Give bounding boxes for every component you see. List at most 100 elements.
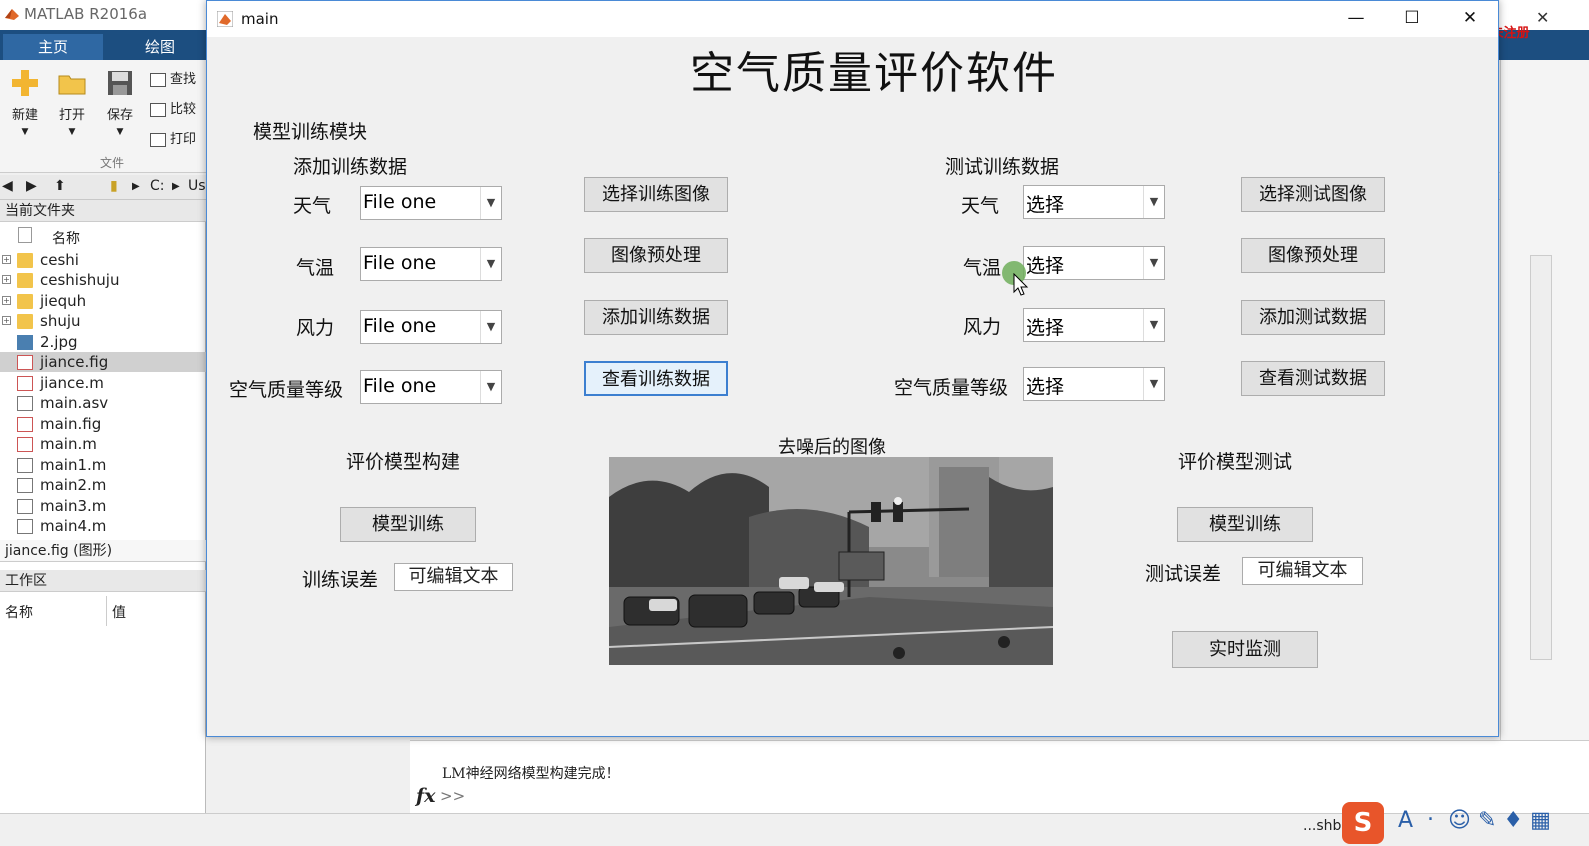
up-folder-icon[interactable]: ⬆ [54, 178, 66, 194]
sogou-ime-icon[interactable]: S [1342, 802, 1384, 844]
test-weather-select[interactable]: 选择 ▼ [1023, 185, 1165, 219]
test-error-field[interactable]: 可编辑文本 [1242, 557, 1363, 585]
expand-icon[interactable]: + [2, 275, 11, 284]
chevron-down-icon[interactable]: ▼ [480, 371, 501, 403]
window-titlebar: main — ☐ ✕ [207, 1, 1498, 37]
select-value: File one [363, 252, 437, 274]
train-error-label: 训练误差 [302, 569, 379, 591]
view-test-data-button[interactable]: 查看测试数据 [1241, 361, 1385, 396]
select-train-image-button[interactable]: 选择训练图像 [584, 177, 728, 212]
denoised-street-image [609, 457, 1053, 665]
chevron-down-icon[interactable]: ▼ [480, 187, 501, 219]
chevron-down-icon[interactable]: ▼ [1143, 247, 1164, 279]
view-train-data-button[interactable]: 查看训练数据 [584, 361, 728, 396]
open-button[interactable]: 打开 ▼ [50, 68, 94, 137]
vertical-scrollbar[interactable] [1530, 255, 1552, 660]
list-item[interactable]: + shuju [0, 311, 206, 331]
select-test-image-button[interactable]: 选择测试图像 [1241, 177, 1385, 212]
close-icon[interactable]: ✕ [1536, 8, 1549, 27]
compare-button[interactable]: 比较 [150, 98, 196, 117]
save-button[interactable]: 保存 ▼ [98, 68, 142, 137]
list-item[interactable]: main.fig [0, 414, 206, 434]
train-aqi-select[interactable]: File one ▼ [360, 370, 502, 404]
folder-icon [17, 294, 33, 309]
workspace-col-name[interactable]: 名称 [5, 602, 33, 622]
back-arrow-icon[interactable]: ◀ [2, 178, 13, 194]
new-plus-icon [12, 70, 38, 96]
file-name: ceshi [40, 251, 79, 269]
tab-home[interactable]: 主页 [3, 34, 103, 60]
address-drive[interactable]: C: [150, 178, 165, 194]
test-aqi-label: 空气质量等级 [894, 377, 1009, 399]
ime-toolbar-icons[interactable]: A ‧ ☺ ✎ ♦ ▦ [1398, 808, 1551, 833]
expand-icon[interactable]: + [2, 255, 11, 264]
maximize-button[interactable]: ☐ [1389, 3, 1435, 33]
file-name: 2.jpg [40, 333, 78, 351]
find-label: 查找 [170, 72, 197, 87]
file-name: shuju [40, 312, 81, 330]
add-train-data-button[interactable]: 添加训练数据 [584, 300, 728, 335]
expand-icon[interactable]: + [2, 296, 11, 305]
test-temperature-select[interactable]: 选择 ▼ [1023, 246, 1165, 280]
workspace-col-value[interactable]: 值 [112, 602, 126, 622]
command-message: LM神经网络模型构建完成！ [442, 766, 620, 782]
train-module-title: 模型训练模块 [253, 121, 368, 143]
list-item[interactable]: main.asv [0, 393, 206, 413]
test-train-data-title: 测试训练数据 [945, 156, 1060, 178]
train-error-field[interactable]: 可编辑文本 [394, 563, 513, 591]
column-name-header[interactable]: 名称 [52, 228, 80, 248]
list-item[interactable]: main2.m [0, 475, 206, 495]
model-test-train-button[interactable]: 模型训练 [1177, 507, 1313, 542]
train-temperature-select[interactable]: File one ▼ [360, 247, 502, 281]
list-item[interactable]: main1.m [0, 455, 206, 475]
test-preprocess-button[interactable]: 图像预处理 [1241, 238, 1385, 273]
expand-icon[interactable]: + [2, 316, 11, 325]
select-value: File one [363, 375, 437, 397]
find-files-button[interactable]: 查找 [150, 68, 196, 87]
new-button[interactable]: 新建 ▼ [3, 68, 47, 137]
model-test-title: 评价模型测试 [1178, 451, 1293, 473]
forward-arrow-icon[interactable]: ▶ [26, 178, 37, 194]
list-item[interactable]: + jiequh [0, 291, 206, 311]
train-wind-label: 风力 [296, 317, 335, 339]
list-item[interactable]: jiance.fig [0, 352, 206, 372]
folder-icon [17, 253, 33, 268]
close-button[interactable]: ✕ [1447, 3, 1493, 33]
chevron-down-icon[interactable]: ▼ [1143, 309, 1164, 341]
model-train-button[interactable]: 模型训练 [340, 507, 476, 542]
chevron-down-icon[interactable]: ▼ [480, 311, 501, 343]
print-button[interactable]: 打印 [150, 128, 196, 147]
list-item[interactable]: jiance.m [0, 373, 206, 393]
add-test-data-button[interactable]: 添加测试数据 [1241, 300, 1385, 335]
doc-icon [17, 396, 33, 411]
realtime-monitor-button[interactable]: 实时监测 [1172, 631, 1318, 668]
file-name: main.fig [40, 415, 102, 433]
test-aqi-select[interactable]: 选择 ▼ [1023, 367, 1165, 401]
fig-file-icon [17, 355, 33, 370]
tab-plots[interactable]: 绘图 [110, 34, 210, 60]
list-item[interactable]: main.m [0, 434, 206, 454]
train-weather-select[interactable]: File one ▼ [360, 186, 502, 220]
file-name: main2.m [40, 476, 107, 494]
list-item[interactable]: + ceshi [0, 250, 206, 270]
chevron-down-icon[interactable]: ▼ [480, 248, 501, 280]
address-user[interactable]: Us [188, 178, 206, 194]
file-name: main.m [40, 435, 97, 453]
train-preprocess-button[interactable]: 图像预处理 [584, 238, 728, 273]
test-wind-select[interactable]: 选择 ▼ [1023, 308, 1165, 342]
chevron-down-icon[interactable]: ▼ [1143, 368, 1164, 400]
model-build-title: 评价模型构建 [346, 451, 461, 473]
workspace-header: 工作区 [0, 570, 206, 592]
fx-icon[interactable]: fx [416, 785, 436, 807]
train-wind-select[interactable]: File one ▼ [360, 310, 502, 344]
chevron-down-icon[interactable]: ▼ [1143, 186, 1164, 218]
minimize-button[interactable]: — [1333, 3, 1379, 33]
command-window[interactable]: LM神经网络模型构建完成！ fx >> [410, 740, 1589, 815]
list-item[interactable]: main3.m [0, 496, 206, 516]
train-temperature-label: 气温 [296, 257, 335, 279]
list-item[interactable]: + ceshishuju [0, 270, 206, 290]
file-name: jiance.m [40, 374, 104, 392]
select-value: File one [363, 315, 437, 337]
list-item[interactable]: 2.jpg [0, 332, 206, 352]
list-item[interactable]: main4.m [0, 516, 206, 536]
